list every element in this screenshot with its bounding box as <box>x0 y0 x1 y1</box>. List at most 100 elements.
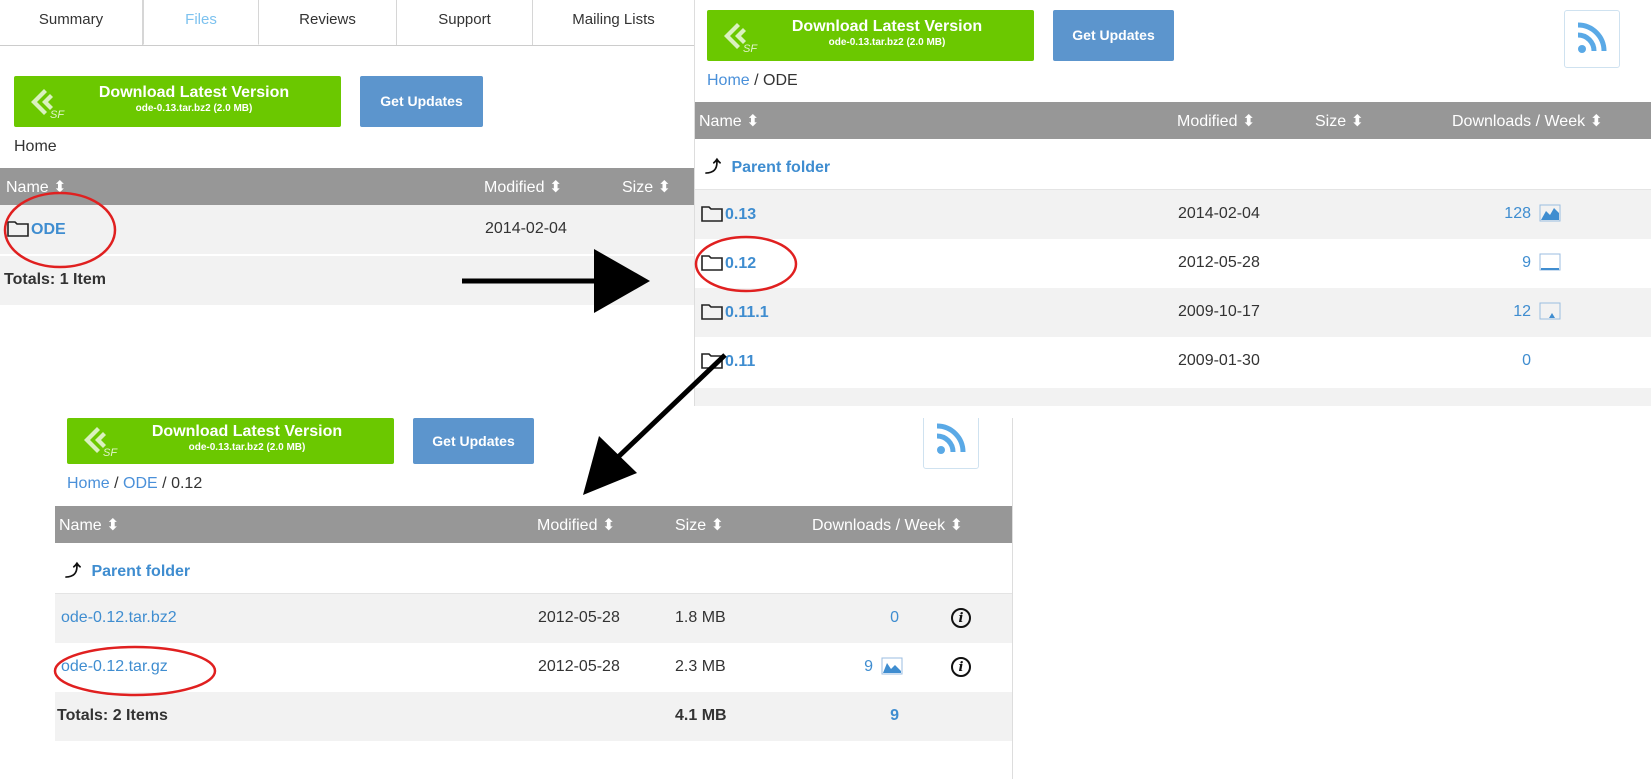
col-size[interactable]: Size ⬍ <box>1315 111 1364 131</box>
table-header: Name ⬍ Modified ⬍ Size ⬍ Downloads / Wee… <box>55 506 1012 543</box>
col-modified[interactable]: Modified ⬍ <box>484 177 562 197</box>
folder-link-0-11[interactable]: 0.11 <box>701 352 755 371</box>
tab-files[interactable]: Files <box>143 0 259 45</box>
modified-date: 2012-05-28 <box>538 609 620 626</box>
breadcrumb-current: 0.12 <box>171 475 203 492</box>
modified-date: 2014-02-04 <box>485 220 567 237</box>
col-size[interactable]: Size ⬍ <box>675 515 724 535</box>
chart-icon[interactable] <box>1539 253 1561 271</box>
folder-icon <box>701 206 723 222</box>
modified-date: 2009-10-17 <box>1178 303 1260 320</box>
file-link[interactable]: ode-0.12.tar.bz2 <box>61 609 177 627</box>
rss-button[interactable] <box>1564 10 1620 68</box>
table-row: ode-0.12.tar.bz2 2012-05-28 1.8 MB 0 i <box>55 594 1012 643</box>
breadcrumb-ode[interactable]: ODE <box>123 475 158 492</box>
sf-logo-icon: SF <box>31 89 65 120</box>
breadcrumb-current: ODE <box>763 72 798 89</box>
totals-size: 4.1 MB <box>675 707 727 724</box>
folder-icon <box>7 221 29 237</box>
parent-folder-link[interactable]: ⤴ Parent folder <box>65 557 190 581</box>
panel-root-files: Summary Files Reviews Support Mailing Li… <box>0 0 695 306</box>
folder-icon <box>701 304 723 320</box>
tab-bar: Summary Files Reviews Support Mailing Li… <box>0 0 695 46</box>
downloads-count[interactable]: 0 <box>1483 352 1531 370</box>
col-name[interactable]: Name ⬍ <box>699 111 760 131</box>
breadcrumb-separator: / <box>162 475 167 492</box>
chart-icon[interactable] <box>1539 302 1561 320</box>
sort-icon: ⬍ <box>746 113 760 130</box>
download-file: ode-0.13.tar.bz2 (2.0 MB) <box>828 37 946 48</box>
modified-date: 2012-05-28 <box>1178 254 1260 271</box>
sort-icon: ⬍ <box>949 517 963 534</box>
breadcrumb-home[interactable]: Home <box>707 72 750 89</box>
info-icon[interactable]: i <box>951 657 971 677</box>
download-latest-button[interactable]: SF Download Latest Version ode-0.13.tar.… <box>707 10 1034 61</box>
tab-reviews[interactable]: Reviews <box>259 0 397 45</box>
tab-mailing-lists[interactable]: Mailing Lists <box>533 0 695 45</box>
folder-link-0-13[interactable]: 0.13 <box>701 205 756 224</box>
get-updates-button[interactable]: Get Updates <box>413 418 534 464</box>
download-latest-button[interactable]: SF Download Latest Version ode-0.13.tar.… <box>67 418 394 464</box>
download-latest-button[interactable]: SF Download Latest Version ode-0.13.tar.… <box>14 76 341 127</box>
parent-folder-row: ⤴ Parent folder <box>55 543 1012 594</box>
download-title: Download Latest Version <box>151 423 343 440</box>
table-row: 0.11.1 2009-10-17 12 <box>695 288 1651 337</box>
downloads-count[interactable]: 9 <box>1483 254 1531 272</box>
chart-icon[interactable] <box>881 657 903 675</box>
col-modified[interactable]: Modified ⬍ <box>537 515 615 535</box>
col-modified[interactable]: Modified ⬍ <box>1177 111 1255 131</box>
download-title: Download Latest Version <box>98 84 290 101</box>
totals-label: Totals: 1 Item <box>4 271 106 288</box>
breadcrumb: Home <box>14 138 57 156</box>
breadcrumb-home: Home <box>14 138 57 155</box>
col-downloads[interactable]: Downloads / Week ⬍ <box>1452 111 1603 131</box>
downloads-count[interactable]: 9 <box>825 658 873 676</box>
tab-summary[interactable]: Summary <box>0 0 143 45</box>
rss-button[interactable] <box>923 418 979 469</box>
file-size: 2.3 MB <box>675 658 726 675</box>
tab-support[interactable]: Support <box>397 0 533 45</box>
sort-icon: ⬍ <box>53 179 67 196</box>
panel-release-files: SF Download Latest Version ode-0.13.tar.… <box>55 418 1013 779</box>
svg-text:SF: SF <box>50 109 65 120</box>
table-row: 0.11 2009-01-30 0 <box>695 337 1651 386</box>
breadcrumb-separator: / <box>114 475 119 492</box>
file-link[interactable]: ode-0.12.tar.gz <box>61 658 168 676</box>
file-size: 1.8 MB <box>675 609 726 626</box>
modified-date: 2012-05-28 <box>538 658 620 675</box>
parent-folder-row: ⤴ Parent folder <box>695 139 1651 190</box>
chart-icon[interactable] <box>1539 204 1561 222</box>
folder-link-0-12[interactable]: 0.12 <box>701 254 756 273</box>
parent-arrow-icon: ⤴ <box>705 159 722 176</box>
col-downloads[interactable]: Downloads / Week ⬍ <box>812 515 963 535</box>
downloads-count[interactable]: 0 <box>851 609 899 627</box>
sort-icon: ⬍ <box>601 517 616 534</box>
totals-label: Totals: 2 Items <box>57 707 168 724</box>
table-header: Name ⬍ Modified ⬍ Size ⬍ <box>0 168 695 205</box>
rss-icon <box>1577 22 1607 53</box>
folder-icon <box>701 353 723 369</box>
info-icon[interactable]: i <box>951 608 971 628</box>
table-row: ode-0.12.tar.gz 2012-05-28 2.3 MB 9 i <box>55 643 1012 692</box>
folder-link-0-11-1[interactable]: 0.11.1 <box>701 303 769 322</box>
sf-logo-icon: SF <box>84 427 118 458</box>
col-name[interactable]: Name ⬍ <box>6 177 67 197</box>
svg-text:SF: SF <box>743 43 758 54</box>
sort-icon: ⬍ <box>1589 113 1603 130</box>
sort-icon: ⬍ <box>657 179 671 196</box>
col-name[interactable]: Name ⬍ <box>59 515 120 535</box>
get-updates-button[interactable]: Get Updates <box>360 76 483 127</box>
download-title: Download Latest Version <box>791 18 983 35</box>
panel-ode-files: SF Download Latest Version ode-0.13.tar.… <box>694 0 1651 406</box>
get-updates-button[interactable]: Get Updates <box>1053 10 1174 61</box>
download-file: ode-0.13.tar.bz2 (2.0 MB) <box>135 103 253 114</box>
table-header: Name ⬍ Modified ⬍ Size ⬍ Downloads / Wee… <box>695 102 1651 139</box>
downloads-count[interactable]: 12 <box>1483 303 1531 321</box>
sort-icon: ⬍ <box>1350 113 1364 130</box>
downloads-count[interactable]: 128 <box>1483 205 1531 223</box>
parent-folder-link[interactable]: ⤴ Parent folder <box>705 153 830 177</box>
folder-link-ode[interactable]: ODE <box>7 220 66 239</box>
col-size[interactable]: Size ⬍ <box>622 177 671 197</box>
breadcrumb-home[interactable]: Home <box>67 475 110 492</box>
sort-icon: ⬍ <box>1241 113 1256 130</box>
